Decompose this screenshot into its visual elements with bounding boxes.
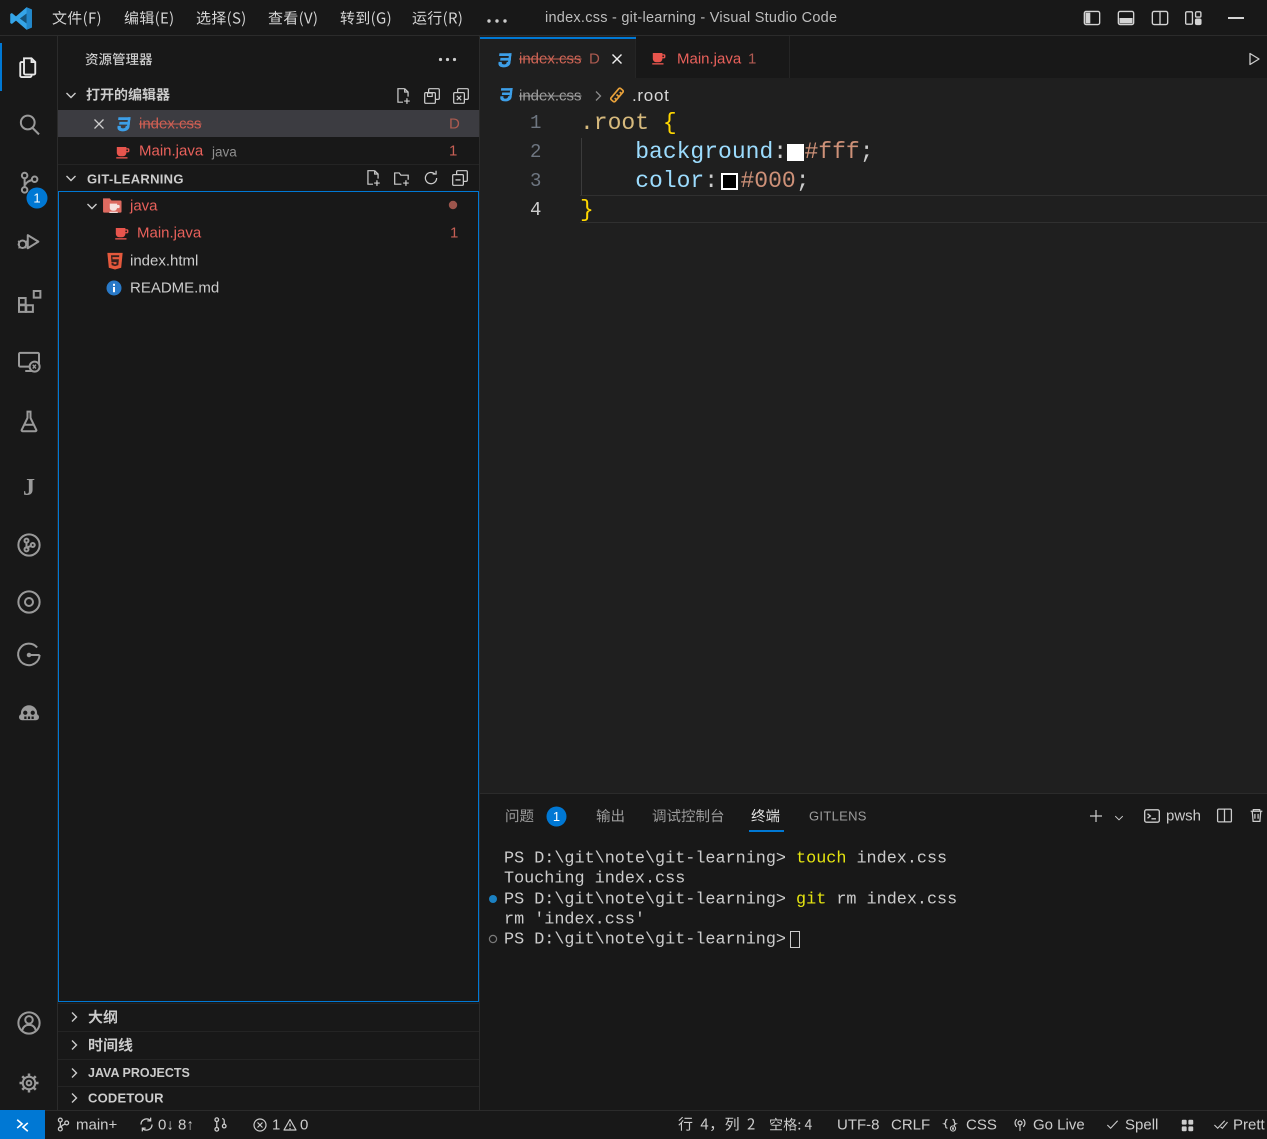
svg-text:1: 1 bbox=[553, 809, 560, 824]
svg-text:J: J bbox=[23, 475, 35, 501]
svg-text:1: 1 bbox=[33, 191, 40, 206]
